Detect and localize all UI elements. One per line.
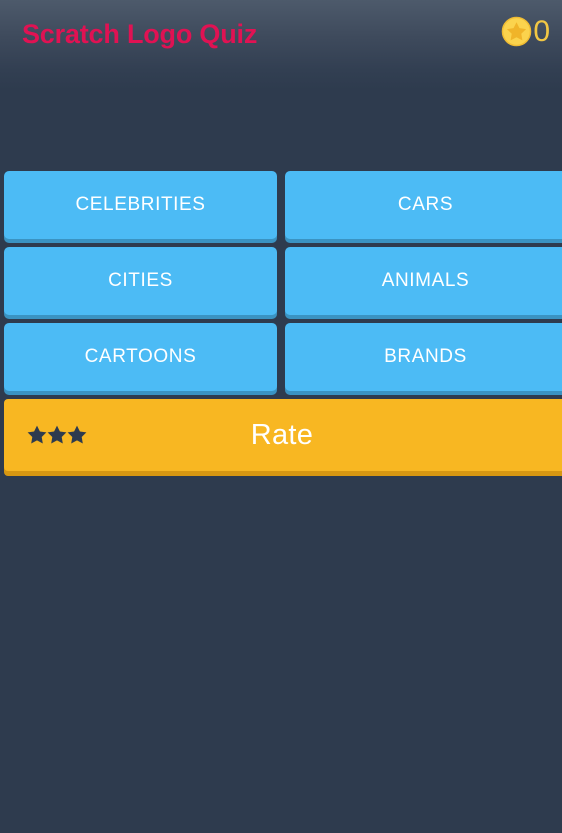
- category-grid: CELEBRITIES CARS CITIES ANIMALS CARTOONS…: [4, 171, 562, 399]
- page-title: Scratch Logo Quiz: [22, 19, 258, 49]
- category-button-cities[interactable]: CITIES: [4, 247, 278, 315]
- category-row: CELEBRITIES CARS: [4, 171, 562, 239]
- category-row: CARTOONS BRANDS: [4, 323, 562, 391]
- category-button-celebrities[interactable]: CELEBRITIES: [4, 171, 278, 239]
- score-value: 0: [533, 15, 550, 48]
- star-coin-icon: [501, 16, 532, 47]
- app-header: Scratch Logo Quiz 0: [0, 0, 562, 90]
- category-button-cars[interactable]: CARS: [285, 171, 562, 239]
- app-root: Scratch Logo Quiz 0 CELEBRITIES CARS CIT…: [0, 0, 562, 833]
- category-button-brands[interactable]: BRANDS: [285, 323, 562, 391]
- category-button-animals[interactable]: ANIMALS: [285, 247, 562, 315]
- score-display: 0: [501, 16, 550, 47]
- category-button-cartoons[interactable]: CARTOONS: [4, 323, 278, 391]
- three-stars-icon: [26, 424, 87, 446]
- rate-button[interactable]: Rate: [4, 399, 562, 471]
- category-row: CITIES ANIMALS: [4, 247, 562, 315]
